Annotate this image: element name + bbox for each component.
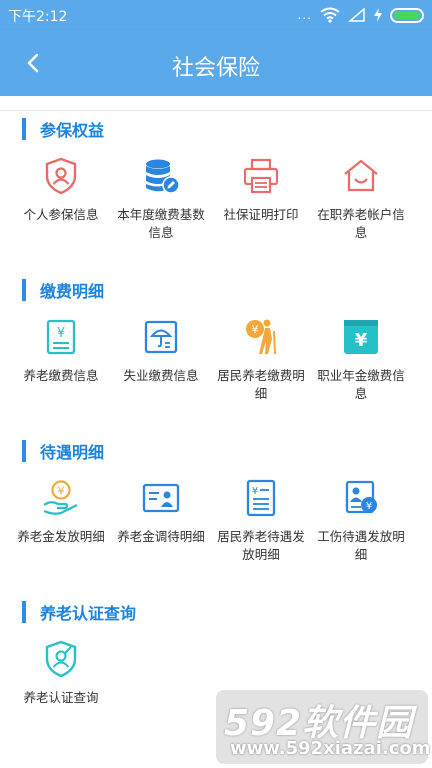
item-occupational-annuity-payment[interactable]: ¥ 职业年金缴费信息 xyxy=(313,317,409,403)
item-label: 在职养老帐户信息 xyxy=(317,207,405,240)
signal-icon xyxy=(348,8,365,22)
svg-text:¥: ¥ xyxy=(252,323,259,336)
content-area: 参保权益 个人参保信息 本年度缴费基数信息 社保证明打印 在职养老帐户信息 缴费… xyxy=(0,96,432,768)
shield-person-icon xyxy=(45,157,77,195)
svg-text:¥: ¥ xyxy=(252,486,258,497)
charging-icon xyxy=(374,8,382,22)
watermark-url: www.592xiazai.com xyxy=(230,738,431,759)
status-icons: ... xyxy=(298,7,424,23)
shield-face-icon xyxy=(45,640,77,678)
item-label: 工伤待遇发放明细 xyxy=(317,529,405,562)
item-label: 个人参保信息 xyxy=(23,207,99,222)
item-pension-account-info[interactable]: 在职养老帐户信息 xyxy=(313,156,409,242)
watermark: 592软件园 www.592xiazai.com xyxy=(216,690,431,764)
id-card-icon xyxy=(142,483,180,513)
item-pension-adjustment-details[interactable]: 养老金调待明细 xyxy=(113,478,209,546)
umbrella-card-icon xyxy=(144,320,178,354)
battery-icon xyxy=(390,7,424,23)
item-label: 养老认证查询 xyxy=(23,690,99,705)
title-bar: 社会保险 xyxy=(0,30,432,96)
printer-icon xyxy=(243,158,279,194)
item-label: 本年度缴费基数信息 xyxy=(117,207,205,240)
item-label: 居民养老缴费明细 xyxy=(217,368,305,401)
item-label: 失业缴费信息 xyxy=(123,368,199,383)
item-pension-verification-query[interactable]: 养老认证查询 xyxy=(13,639,109,707)
item-unemployment-payment-info[interactable]: 失业缴费信息 xyxy=(113,317,209,385)
elder-coin-icon: ¥ xyxy=(246,319,276,355)
item-label: 职业年金缴费信息 xyxy=(317,368,405,401)
status-time: 下午2:12 xyxy=(8,9,68,25)
item-pension-distribution-details[interactable]: ¥ 养老金发放明细 xyxy=(13,478,109,546)
wifi-icon xyxy=(320,7,340,23)
yuan-list-icon: ¥ xyxy=(246,479,276,517)
item-work-injury-benefit-details[interactable]: ¥ 工伤待遇发放明细 xyxy=(313,478,409,564)
yuan-document-icon: ¥ xyxy=(46,319,76,355)
section-marker xyxy=(22,118,26,140)
svg-text:¥: ¥ xyxy=(57,326,65,341)
item-insurance-certificate-print[interactable]: 社保证明打印 xyxy=(213,156,309,224)
status-bar: 下午2:12 ... xyxy=(0,0,432,30)
item-annual-base-info[interactable]: 本年度缴费基数信息 xyxy=(113,156,209,242)
item-pension-payment-info[interactable]: ¥ 养老缴费信息 xyxy=(13,317,109,385)
section-marker xyxy=(22,279,26,301)
section-marker xyxy=(22,601,26,623)
item-label: 养老金发放明细 xyxy=(17,529,105,544)
svg-text:¥: ¥ xyxy=(58,485,65,498)
item-label: 养老缴费信息 xyxy=(23,368,99,383)
yuan-wallet-icon: ¥ xyxy=(344,320,378,354)
section-title: 缴费明细 xyxy=(40,282,105,301)
item-resident-pension-payment[interactable]: ¥ 居民养老缴费明细 xyxy=(213,317,309,403)
hand-coin-icon: ¥ xyxy=(43,480,78,515)
item-label: 养老金调待明细 xyxy=(117,529,205,544)
svg-text:¥: ¥ xyxy=(366,501,372,512)
section-marker xyxy=(22,440,26,462)
item-personal-insurance-info[interactable]: 个人参保信息 xyxy=(13,156,109,224)
notification-dots: ... xyxy=(297,8,312,22)
item-label: 居民养老待遇发放明细 xyxy=(217,529,305,562)
person-yuan-card-icon: ¥ xyxy=(345,480,377,514)
database-edit-icon xyxy=(146,159,180,194)
item-label: 社保证明打印 xyxy=(223,207,299,222)
section-title: 养老认证查询 xyxy=(40,604,137,623)
house-icon xyxy=(344,159,378,192)
item-resident-pension-benefit-details[interactable]: ¥ 居民养老待遇发放明细 xyxy=(213,478,309,564)
section-title: 参保权益 xyxy=(40,121,105,140)
svg-text:¥: ¥ xyxy=(355,330,368,351)
section-title: 待遇明细 xyxy=(40,443,105,462)
page-title: 社会保险 xyxy=(171,56,260,81)
top-divider xyxy=(0,110,432,111)
